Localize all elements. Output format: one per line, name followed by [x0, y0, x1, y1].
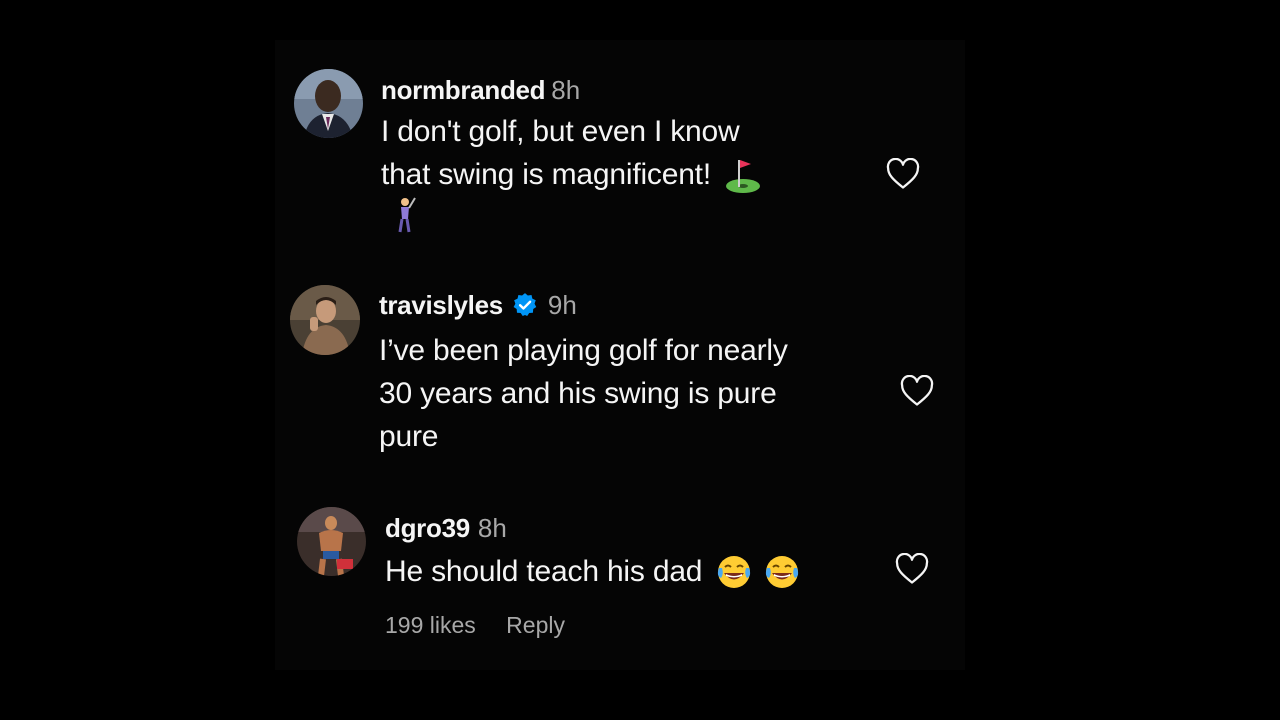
- comment-text-line: that swing is magnificent!: [381, 158, 711, 191]
- like-heart-icon[interactable]: [900, 374, 934, 407]
- comment-text-line: He should teach his dad: [385, 555, 703, 588]
- username[interactable]: travislyles: [379, 290, 503, 321]
- like-heart-icon[interactable]: [895, 552, 929, 585]
- verified-badge-icon: [512, 292, 538, 318]
- timestamp[interactable]: 8h: [551, 75, 580, 106]
- avatar[interactable]: [290, 285, 360, 355]
- timestamp[interactable]: 8h: [478, 513, 507, 544]
- avatar[interactable]: [297, 507, 366, 576]
- likes-count[interactable]: 199 likes: [385, 612, 476, 638]
- golf-flag-emoji: [725, 156, 761, 194]
- reply-button[interactable]: Reply: [506, 612, 565, 638]
- comment-text-line: I’ve been playing golf for nearly: [379, 334, 788, 367]
- username[interactable]: dgro39: [385, 513, 470, 544]
- like-heart-icon[interactable]: [886, 157, 920, 190]
- person-golfing-emoji: [389, 196, 419, 234]
- comment-text-line: pure: [379, 420, 439, 453]
- avatar[interactable]: [294, 69, 363, 138]
- username[interactable]: normbranded: [381, 75, 546, 106]
- timestamp[interactable]: 9h: [548, 290, 577, 321]
- laughing-tears-emoji: [716, 554, 752, 590]
- laughing-tears-emoji: [764, 554, 800, 590]
- comment-text-line: I don't golf, but even I know: [381, 115, 740, 148]
- comment-text-line: 30 years and his swing is pure: [379, 377, 777, 410]
